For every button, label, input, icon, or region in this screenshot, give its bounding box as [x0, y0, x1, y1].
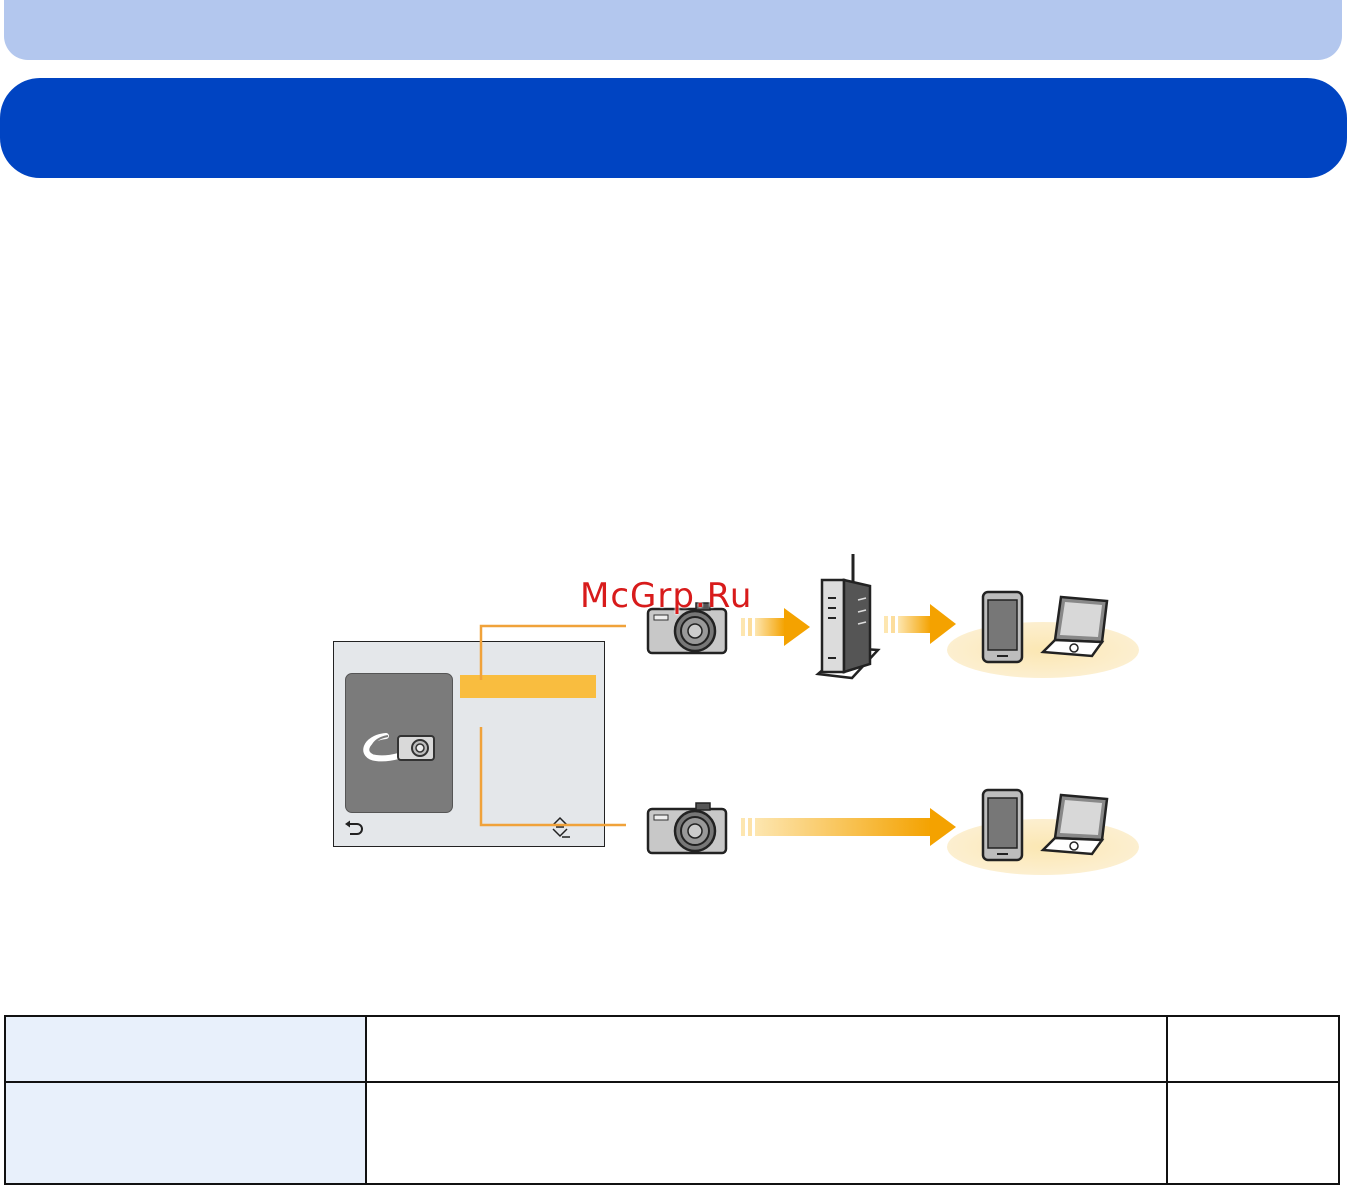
smartphone-icon	[981, 788, 1024, 862]
connection-method-table	[4, 1015, 1340, 1185]
header-band	[4, 0, 1342, 60]
device-glow	[947, 622, 1139, 678]
laptop-icon	[1040, 793, 1109, 856]
table-row-note	[1166, 1015, 1340, 1083]
watermark: McGrp.Ru	[580, 576, 753, 616]
camera-screen	[333, 641, 605, 847]
laptop-icon	[1040, 595, 1109, 658]
table-row-description	[365, 1015, 1168, 1083]
table-row-description	[365, 1081, 1168, 1185]
wireless-router-icon	[815, 554, 881, 680]
wifi-camera-icon	[345, 673, 453, 813]
arrow-right-icon	[741, 808, 956, 846]
camera-icon	[646, 802, 728, 855]
table-row-note	[1166, 1081, 1340, 1185]
back-arrow-icon[interactable]	[344, 820, 364, 836]
device-glow	[947, 819, 1139, 875]
table-row-label	[4, 1015, 367, 1083]
table-row	[4, 1015, 1340, 1083]
table-row-label	[4, 1081, 367, 1185]
selected-menu-item[interactable]	[460, 675, 596, 698]
up-down-scroll-icon[interactable]	[549, 816, 571, 840]
section-title-bar	[0, 78, 1347, 178]
table-row	[4, 1081, 1340, 1185]
arrow-right-icon	[884, 604, 956, 644]
smartphone-icon	[981, 590, 1024, 664]
